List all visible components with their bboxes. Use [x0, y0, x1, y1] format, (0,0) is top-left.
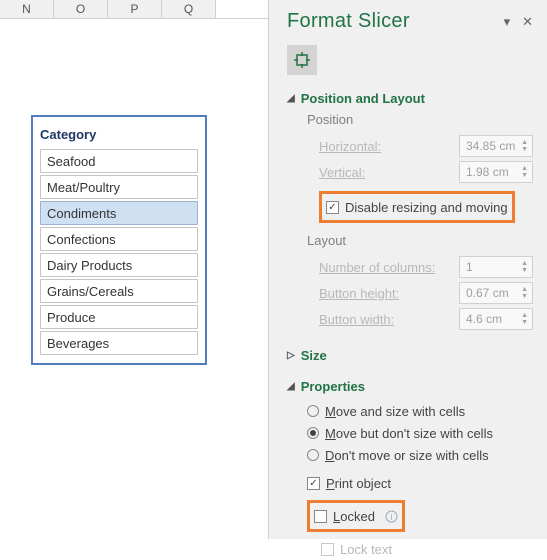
slicer-item[interactable]: Dairy Products	[40, 253, 198, 277]
locked-checkbox[interactable]: Locked i	[314, 505, 398, 527]
pane-menu-icon[interactable]: ▾	[504, 14, 511, 30]
disable-resizing-highlight: ✓ Disable resizing and moving	[319, 191, 515, 223]
slicer-item[interactable]: Beverages	[40, 331, 198, 355]
column-headers: N O P Q	[0, 0, 268, 19]
svg-text:i: i	[390, 512, 392, 522]
radio-move-no-size[interactable]: Move but don't size with cells	[307, 422, 533, 444]
lock-text-checkbox: Lock text	[321, 538, 533, 560]
button-width-label: Button width:	[319, 312, 394, 327]
slicer-item[interactable]: Meat/Poultry	[40, 175, 198, 199]
collapse-icon: ◢	[287, 93, 295, 104]
button-width-input: 4.6 cm▲▼	[459, 308, 533, 330]
expand-icon: ▷	[287, 350, 295, 361]
col-head[interactable]: N	[0, 0, 54, 18]
numcols-label: Number of columns:	[319, 260, 435, 275]
numcols-input: 1▲▼	[459, 256, 533, 278]
col-head[interactable]: Q	[162, 0, 216, 18]
print-object-checkbox[interactable]: ✓Print object	[307, 472, 533, 494]
size-properties-tab[interactable]	[287, 45, 317, 75]
slicer-item[interactable]: Confections	[40, 227, 198, 251]
col-head[interactable]: P	[108, 0, 162, 18]
slicer-item[interactable]: Condiments	[40, 201, 198, 225]
horizontal-label: Horizontal:	[319, 139, 381, 154]
format-slicer-pane: Format Slicer ▾ ✕ ◢ Position and Layout …	[268, 0, 547, 539]
radio-dont-move[interactable]: Don't move or size with cells	[307, 444, 533, 466]
section-size[interactable]: ▷ Size	[287, 348, 533, 363]
pane-close-icon[interactable]: ✕	[522, 14, 533, 30]
section-position-layout[interactable]: ◢ Position and Layout	[287, 91, 533, 106]
locked-highlight: Locked i	[307, 500, 405, 532]
col-head[interactable]: O	[54, 0, 108, 18]
info-icon[interactable]: i	[385, 510, 398, 523]
section-label: Properties	[301, 379, 365, 394]
vertical-input: 1.98 cm▲▼	[459, 161, 533, 183]
horizontal-input: 34.85 cm▲▼	[459, 135, 533, 157]
disable-resizing-checkbox[interactable]: ✓ Disable resizing and moving	[326, 196, 508, 218]
layout-group-label: Layout	[307, 233, 533, 248]
position-group-label: Position	[307, 112, 533, 127]
slicer-item[interactable]: Seafood	[40, 149, 198, 173]
section-properties[interactable]: ◢ Properties	[287, 379, 533, 394]
collapse-icon: ◢	[287, 381, 295, 392]
pane-title: Format Slicer	[287, 10, 410, 33]
worksheet-area[interactable]: Category SeafoodMeat/PoultryCondimentsCo…	[0, 19, 268, 539]
button-height-label: Button height:	[319, 286, 399, 301]
slicer-item[interactable]: Produce	[40, 305, 198, 329]
slicer-item[interactable]: Grains/Cereals	[40, 279, 198, 303]
button-height-input: 0.67 cm▲▼	[459, 282, 533, 304]
slicer[interactable]: Category SeafoodMeat/PoultryCondimentsCo…	[31, 115, 207, 365]
vertical-label: Vertical:	[319, 165, 365, 180]
slicer-title: Category	[40, 127, 96, 142]
section-label: Position and Layout	[301, 91, 425, 106]
section-label: Size	[301, 348, 327, 363]
radio-move-size[interactable]: Move and size with cells	[307, 400, 533, 422]
